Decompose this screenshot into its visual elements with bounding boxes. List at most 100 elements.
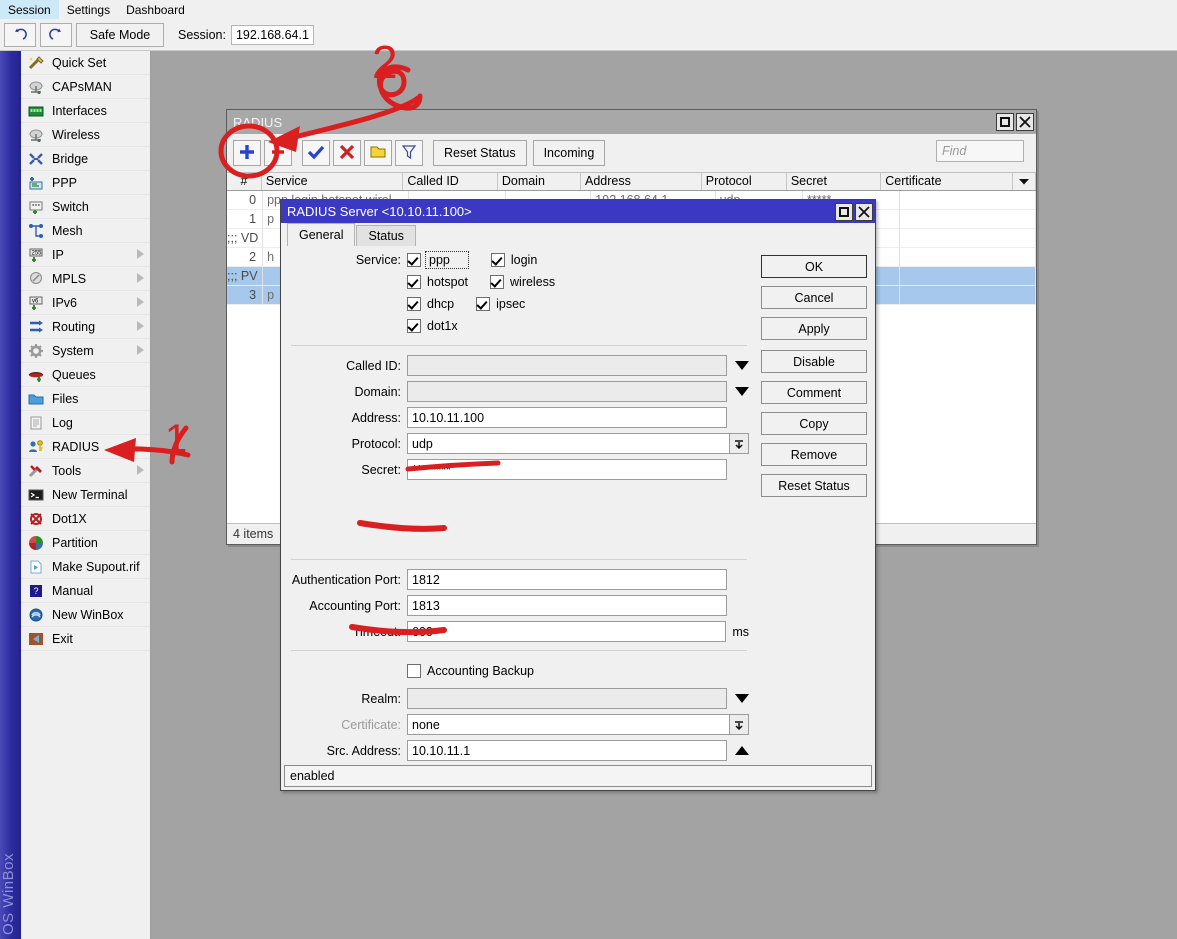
column-header-domain[interactable]: Domain xyxy=(498,173,581,190)
undo-button[interactable] xyxy=(4,22,36,47)
checkbox-wireless[interactable] xyxy=(490,275,505,289)
secret-input[interactable]: ******** xyxy=(407,459,727,480)
redo-button[interactable] xyxy=(40,22,72,47)
realm-input[interactable] xyxy=(407,688,727,709)
sidebar-item-ip[interactable]: 255 IP xyxy=(21,243,150,267)
submenu-arrow-icon xyxy=(137,249,144,259)
reset-status-button[interactable]: Reset Status xyxy=(761,474,867,497)
checkbox-accounting-backup[interactable] xyxy=(407,664,421,678)
sidebar-item-switch[interactable]: Switch xyxy=(21,195,150,219)
sidebar-item-partition[interactable]: Partition xyxy=(21,531,150,555)
cancel-button[interactable]: Cancel xyxy=(761,286,867,309)
sidebar-item-system[interactable]: System xyxy=(21,339,150,363)
sidebar-item-radius[interactable]: RADIUS xyxy=(21,435,150,459)
checkbox-ipsec[interactable] xyxy=(476,297,491,311)
protocol-dropdown-button[interactable] xyxy=(729,433,749,454)
radius-window-titlebar[interactable]: RADIUS xyxy=(227,110,1036,134)
session-address-value[interactable]: 192.168.64.1 xyxy=(230,24,314,45)
protocol-input[interactable]: udp xyxy=(407,433,730,454)
copy-button[interactable]: Copy xyxy=(761,412,867,435)
sidebar-item-interfaces[interactable]: Interfaces xyxy=(21,99,150,123)
sidebar-item-mesh[interactable]: Mesh xyxy=(21,219,150,243)
column-header-secret[interactable]: Secret xyxy=(787,173,882,190)
sidebar-item-ipv6[interactable]: v6 IPv6 xyxy=(21,291,150,315)
sidebar-item-wireless[interactable]: Wireless xyxy=(21,123,150,147)
checkbox-dot1x[interactable] xyxy=(407,319,421,333)
sidebar-item-tools[interactable]: Tools xyxy=(21,459,150,483)
apply-button[interactable]: Apply xyxy=(761,317,867,340)
safe-mode-button[interactable]: Safe Mode xyxy=(76,22,164,47)
dialog-titlebar[interactable]: RADIUS Server <10.10.11.100> xyxy=(281,200,875,223)
called-id-input[interactable] xyxy=(407,355,727,376)
column-header-[interactable]: # xyxy=(227,173,262,190)
sidebar-item-bridge[interactable]: Bridge xyxy=(21,147,150,171)
sidebar-item-log[interactable]: Log xyxy=(21,411,150,435)
tab-status[interactable]: Status xyxy=(356,225,416,246)
sidebar-item-manual[interactable]: ? Manual xyxy=(21,579,150,603)
tab-general[interactable]: General xyxy=(287,223,356,246)
column-header-service[interactable]: Service xyxy=(262,173,404,190)
comment-button[interactable] xyxy=(364,140,392,166)
sidebar-item-files[interactable]: Files xyxy=(21,387,150,411)
sidebar-item-exit[interactable]: Exit xyxy=(21,627,150,651)
sidebar-item-make-supout-rif[interactable]: Make Supout.rif xyxy=(21,555,150,579)
column-header-protocol[interactable]: Protocol xyxy=(702,173,787,190)
sidebar-item-new-winbox[interactable]: New WinBox xyxy=(21,603,150,627)
chevron-down-icon[interactable] xyxy=(735,694,749,703)
chevron-up-icon[interactable] xyxy=(735,746,749,755)
enable-button[interactable] xyxy=(302,140,330,166)
timeout-input[interactable]: 600 xyxy=(407,621,727,642)
comment-button[interactable]: Comment xyxy=(761,381,867,404)
incoming-button[interactable]: Incoming xyxy=(532,140,606,166)
checkbox-ppp[interactable] xyxy=(407,253,421,267)
menu-dashboard[interactable]: Dashboard xyxy=(118,0,193,19)
accounting-port-input[interactable]: 1813 xyxy=(407,595,727,616)
find-input[interactable]: Find xyxy=(936,140,1024,162)
column-chooser-icon[interactable] xyxy=(1013,173,1036,190)
sidebar-item-label: Bridge xyxy=(52,151,89,166)
authentication-port-input[interactable]: 1812 xyxy=(407,569,727,590)
sidebar-item-queues[interactable]: Queues xyxy=(21,363,150,387)
checkbox-dhcp[interactable] xyxy=(407,297,421,311)
chevron-down-icon[interactable] xyxy=(735,361,749,370)
domain-input[interactable] xyxy=(407,381,727,402)
certificate-dropdown-button[interactable] xyxy=(729,714,749,735)
column-header-called-id[interactable]: Called ID xyxy=(403,173,498,190)
reset-status-button[interactable]: Reset Status xyxy=(433,140,527,166)
close-icon[interactable] xyxy=(855,202,873,221)
field-secret: Secret: ******** xyxy=(289,459,749,480)
column-header-address[interactable]: Address xyxy=(581,173,702,190)
table-header-row: # Service Called ID Domain Address Protocol Se… xyxy=(227,172,1036,191)
ok-button[interactable]: OK xyxy=(761,255,867,278)
sidebar-item-label: CAPsMAN xyxy=(52,79,112,94)
sidebar-item-ppp[interactable]: PPP xyxy=(21,171,150,195)
sidebar-item-quick-set[interactable]: Quick Set xyxy=(21,51,150,75)
column-header-certificate[interactable]: Certificate xyxy=(881,173,1014,190)
disable-button[interactable]: Disable xyxy=(761,350,867,373)
sidebar-item-new-terminal[interactable]: New Terminal xyxy=(21,483,150,507)
remove-button[interactable]: Remove xyxy=(761,443,867,466)
chevron-down-icon[interactable] xyxy=(735,387,749,396)
src-address-input[interactable]: 10.10.11.1 xyxy=(407,740,727,761)
remove-button[interactable] xyxy=(264,140,292,166)
checkbox-login[interactable] xyxy=(490,253,505,267)
sidebar-menu: Quick Set CAPsMAN Interfaces Wireless Bridge… xyxy=(21,51,151,939)
filter-button[interactable] xyxy=(395,140,423,166)
certificate-input[interactable]: none xyxy=(407,714,730,735)
menu-session[interactable]: Session xyxy=(0,0,59,19)
add-button[interactable] xyxy=(233,140,261,166)
checkbox-hotspot[interactable] xyxy=(407,275,421,289)
cell-index: 1 xyxy=(227,210,264,229)
cross-icon xyxy=(338,143,356,164)
maximize-icon[interactable] xyxy=(996,113,1014,131)
undo-arrow-icon xyxy=(12,27,28,43)
sidebar-item-dot1x[interactable]: Dot1X xyxy=(21,507,150,531)
address-input[interactable]: 10.10.11.100 xyxy=(407,407,727,428)
sidebar-item-mpls[interactable]: MPLS xyxy=(21,267,150,291)
maximize-icon[interactable] xyxy=(835,202,853,221)
disable-button[interactable] xyxy=(333,140,361,166)
menu-settings[interactable]: Settings xyxy=(59,0,118,19)
sidebar-item-routing[interactable]: Routing xyxy=(21,315,150,339)
close-icon[interactable] xyxy=(1016,113,1034,131)
sidebar-item-capsman[interactable]: CAPsMAN xyxy=(21,75,150,99)
